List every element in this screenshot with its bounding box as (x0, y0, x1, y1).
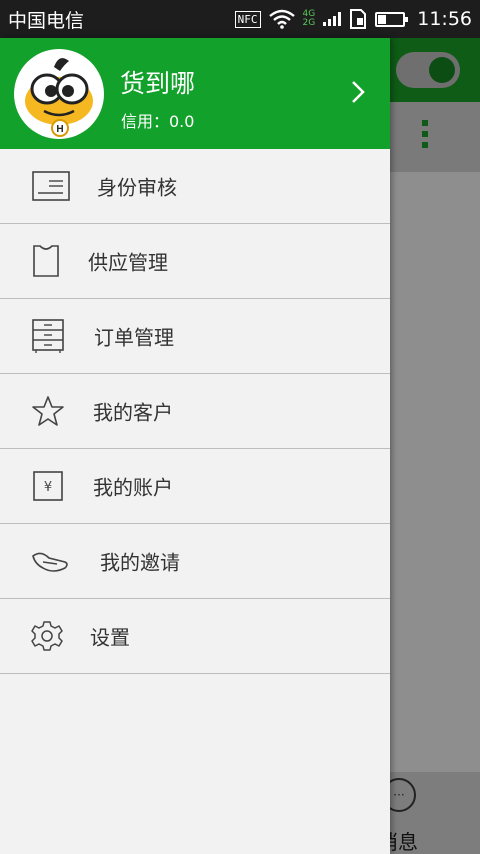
status-icons: NFC 4G 2G 11:56 (234, 8, 472, 30)
network-2g: 2G (302, 18, 316, 28)
svg-text:¥: ¥ (44, 480, 52, 495)
status-bar: 中国电信 NFC 4G 2G 11:56 (0, 0, 480, 38)
drawer-menu: 身份审核 供应管理 订单管理 我的客户 ¥ 我的账户 我的邀请 设置 (0, 149, 390, 674)
id-card-icon (32, 171, 70, 201)
menu-label-identity-review: 身份审核 (97, 175, 177, 200)
menu-label-supply-management: 供应管理 (88, 250, 168, 275)
battery-icon (375, 11, 409, 27)
clipboard-icon (33, 245, 59, 277)
menu-label-settings: 设置 (90, 625, 130, 650)
star-icon (32, 396, 64, 426)
network-type: 4G 2G (303, 10, 316, 28)
credit-score: 信用：0.0 (121, 112, 195, 131)
toggle-switch[interactable] (396, 52, 460, 88)
gear-icon (31, 621, 63, 651)
menu-item-settings[interactable]: 设置 (0, 599, 390, 674)
menu-label-my-customers: 我的客户 (93, 400, 173, 425)
background-header (390, 38, 480, 102)
avatar-badge: H (56, 124, 63, 135)
menu-label-my-invitations: 我的邀请 (100, 550, 180, 575)
menu-item-identity-review[interactable]: 身份审核 (0, 149, 390, 224)
menu-label-my-account: 我的账户 (93, 475, 173, 500)
mascot-avatar-icon: H (25, 58, 93, 137)
menu-item-my-customers[interactable]: 我的客户 (0, 374, 390, 449)
menu-item-my-account[interactable]: ¥ 我的账户 (0, 449, 390, 524)
background-subheader (390, 102, 480, 172)
user-name: 货到哪 (120, 69, 196, 98)
nfc-icon: NFC (234, 10, 261, 28)
more-vertical-icon[interactable] (422, 120, 428, 148)
yen-wallet-icon: ¥ (33, 471, 63, 501)
menu-item-supply-management[interactable]: 供应管理 (0, 224, 390, 299)
navigation-drawer: H 货到哪 信用：0.0 身份审核 供应管理 订单管理 我的客户 ¥ 我的账户 … (0, 38, 390, 854)
profile-header[interactable]: H 货到哪 信用：0.0 (0, 38, 390, 149)
chevron-right-icon[interactable] (345, 78, 371, 106)
signal-icon (323, 12, 342, 26)
sim-card-icon (350, 9, 367, 29)
battery-level (378, 14, 387, 24)
menu-label-order-management: 订单管理 (94, 325, 174, 350)
carrier-name: 中国电信 (8, 9, 85, 32)
menu-item-my-invitations[interactable]: 我的邀请 (0, 524, 390, 599)
wifi-icon (268, 9, 295, 29)
background-bottom-nav: ··· 消息 (378, 772, 480, 854)
hand-icon (32, 552, 68, 572)
menu-item-order-management[interactable]: 订单管理 (0, 299, 390, 374)
clock: 11:56 (417, 8, 472, 30)
cabinet-icon (32, 319, 64, 353)
avatar[interactable]: H (14, 49, 104, 139)
